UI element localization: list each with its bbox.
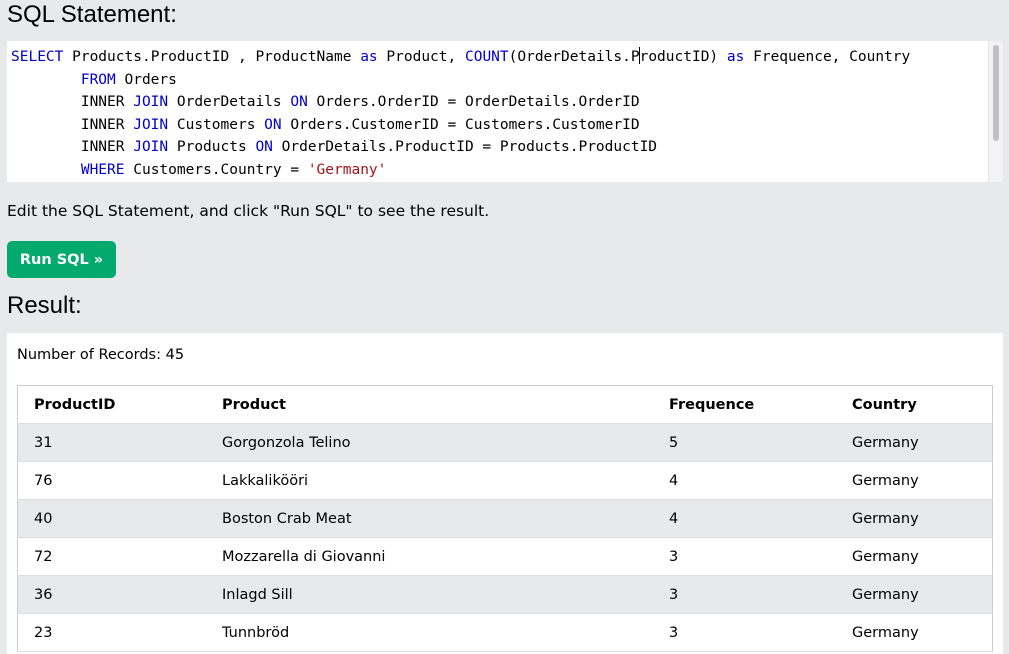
result-panel: Number of Records: 45 ProductID Product … — [7, 333, 1003, 654]
sql-token: Customers — [168, 116, 265, 133]
sql-line[interactable]: INNER JOIN Customers ON Orders.CustomerI… — [11, 114, 910, 137]
result-table-body: 31 Gorgonzola Telino 5 Germany 76 Lakkaliköör… — [17, 423, 993, 652]
sql-token: INNER — [11, 139, 134, 156]
table-cell: 4 — [653, 499, 836, 538]
result-title: Result: — [7, 292, 82, 319]
table-cell: Tunnbröd — [206, 613, 653, 652]
sql-line[interactable]: WHERE Customers.Country = 'Germany' — [11, 159, 910, 182]
page: SQL Statement: SELECT Products.ProductID… — [0, 0, 1009, 654]
table-cell: Inlagd Sill — [206, 575, 653, 614]
sql-token: Orders.CustomerID = Customers.CustomerID — [281, 116, 640, 133]
table-row: 72 Mozzarella di Giovanni 3 Germany — [17, 537, 993, 576]
records-count: Number of Records: 45 — [17, 347, 185, 363]
table-cell: Germany — [836, 423, 993, 462]
sql-token: Products — [168, 139, 256, 156]
result-table: ProductID Product Frequence Country 31 Go… — [17, 385, 993, 652]
sql-token: (OrderDetails.P — [508, 49, 640, 65]
table-cell: Gorgonzola Telino — [206, 423, 653, 462]
table-cell: 3 — [653, 613, 836, 652]
sql-token: Orders.OrderID = OrderDetails.OrderID — [307, 94, 640, 111]
table-header-row: ProductID Product Frequence Country — [17, 385, 993, 424]
sql-line[interactable]: INNER JOIN Products ON OrderDetails.Prod… — [11, 136, 910, 159]
sql-keyword: ON — [290, 94, 308, 111]
table-cell: Germany — [836, 461, 993, 500]
sql-line[interactable]: SELECT Products.ProductID , ProductName … — [11, 46, 910, 69]
sql-token: roductID) — [639, 49, 727, 65]
table-cell: 76 — [17, 461, 206, 500]
table-cell: Lakkalikööri — [206, 461, 653, 500]
sql-keyword: as — [726, 49, 745, 65]
table-cell: 23 — [17, 613, 206, 652]
sql-keyword: JOIN — [133, 116, 169, 133]
sql-statement-title: SQL Statement: — [7, 1, 177, 28]
table-row: 76 Lakkalikööri 4 Germany — [17, 461, 993, 500]
sql-code[interactable]: SELECT Products.ProductID , ProductName … — [11, 46, 910, 182]
sql-token: Orders — [115, 71, 177, 88]
table-row: 23 Tunnbröd 3 Germany — [17, 613, 993, 652]
sql-keyword: JOIN — [133, 94, 169, 111]
sql-keyword: ON — [264, 116, 282, 133]
column-header: Product — [206, 385, 653, 424]
sql-keyword: FROM — [80, 71, 116, 88]
sql-token: OrderDetails.ProductID = Products.Produc… — [272, 139, 658, 156]
editor-scroll-thumb[interactable] — [993, 45, 999, 141]
sql-token: Frequence, Country — [744, 49, 911, 65]
table-row: 31 Gorgonzola Telino 5 Germany — [17, 423, 993, 462]
table-cell: 3 — [653, 575, 836, 614]
table-row: 40 Boston Crab Meat 4 Germany — [17, 499, 993, 538]
sql-token: Products.ProductID , ProductName — [63, 49, 361, 65]
table-cell: 5 — [653, 423, 836, 462]
sql-line[interactable]: FROM Orders — [11, 69, 910, 92]
sql-token: Customers.Country = — [124, 161, 308, 178]
sql-line[interactable]: INNER JOIN OrderDetails ON Orders.OrderI… — [11, 91, 910, 114]
sql-editor[interactable]: SELECT Products.ProductID , ProductName … — [7, 41, 1003, 182]
table-cell: 72 — [17, 537, 206, 576]
column-header: Country — [836, 385, 993, 424]
table-row: 36 Inlagd Sill 3 Germany — [17, 575, 993, 614]
table-cell: Germany — [836, 613, 993, 652]
sql-keyword: ON — [255, 139, 273, 156]
sql-keyword: COUNT — [464, 49, 509, 65]
table-cell: 36 — [17, 575, 206, 614]
table-cell: Mozzarella di Giovanni — [206, 537, 653, 576]
table-cell: Boston Crab Meat — [206, 499, 653, 538]
sql-token: Product, — [377, 49, 465, 65]
table-cell: 40 — [17, 499, 206, 538]
table-cell: 3 — [653, 537, 836, 576]
edit-hint-text: Edit the SQL Statement, and click "Run S… — [7, 202, 490, 220]
table-cell: 4 — [653, 461, 836, 500]
table-cell: Germany — [836, 537, 993, 576]
table-cell: 31 — [17, 423, 206, 462]
sql-token: INNER — [11, 116, 134, 133]
editor-scrollbar[interactable] — [988, 41, 1003, 182]
sql-keyword: WHERE — [80, 161, 125, 178]
sql-string: 'Germany' — [307, 161, 387, 178]
table-cell: Germany — [836, 575, 993, 614]
column-header: ProductID — [17, 385, 206, 424]
sql-keyword: as — [360, 49, 378, 65]
sql-keyword: JOIN — [133, 139, 169, 156]
table-cell: Germany — [836, 499, 993, 538]
sql-token: INNER — [11, 94, 134, 111]
sql-keyword: SELECT — [11, 49, 64, 65]
sql-token: OrderDetails — [168, 94, 291, 111]
column-header: Frequence — [653, 385, 836, 424]
run-sql-button[interactable]: Run SQL » — [7, 241, 116, 278]
